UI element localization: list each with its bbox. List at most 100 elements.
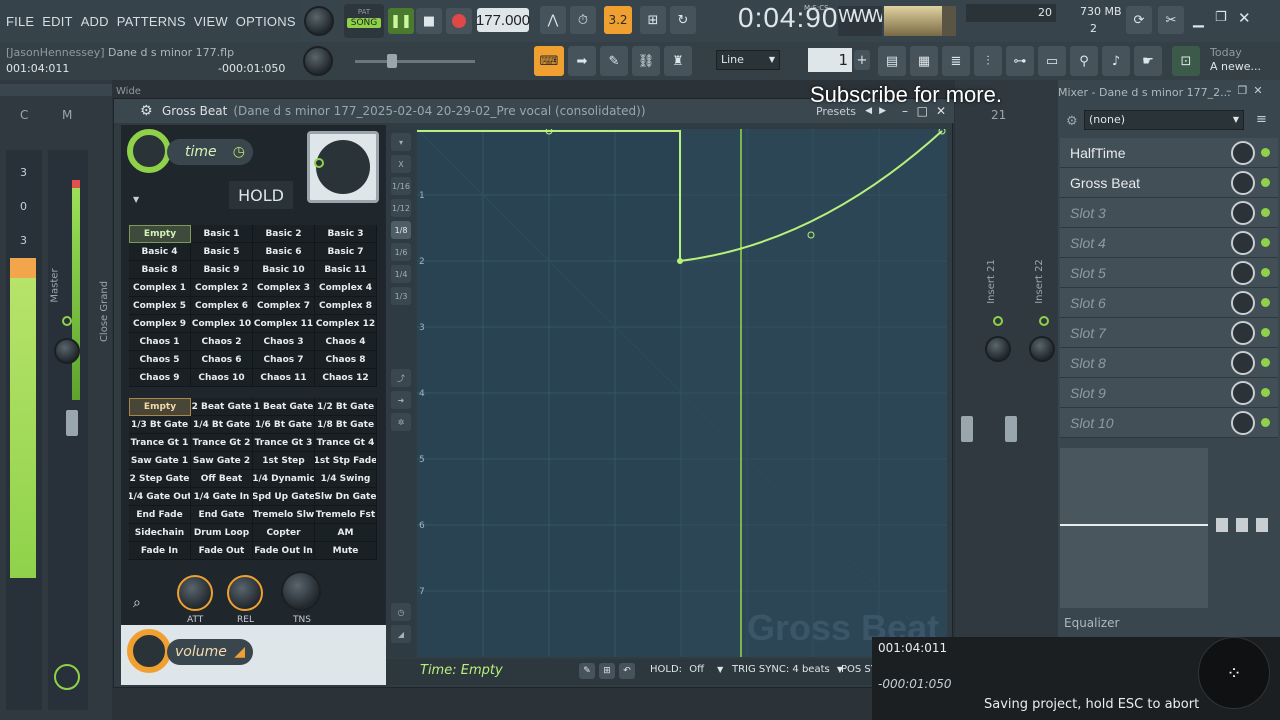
mixer-slot[interactable]: Slot 9: [1060, 378, 1278, 408]
project-icon[interactable]: ▭: [1038, 46, 1066, 76]
hold-field[interactable]: HOLD: Off ▼: [650, 664, 723, 675]
rel-knob[interactable]: [227, 575, 263, 611]
preset-select[interactable]: (none) ▼: [1084, 110, 1244, 130]
piano-roll-icon[interactable]: ▦: [910, 46, 938, 76]
pencil-tool-icon[interactable]: ✎: [579, 663, 595, 679]
time-preset-item[interactable]: Chaos 10: [191, 369, 253, 387]
slot-mix-knob[interactable]: [1231, 260, 1255, 285]
time-preset-item[interactable]: Complex 9: [129, 315, 191, 333]
plus-icon[interactable]: +: [854, 50, 870, 70]
gear-tool-icon[interactable]: ✲: [391, 413, 411, 431]
slot-enable-dot[interactable]: [1261, 328, 1270, 337]
news-text[interactable]: A newe...: [1210, 60, 1261, 73]
volume-preset-item[interactable]: Tremelo Fst: [315, 506, 377, 524]
curve-tool-icon[interactable]: ⤴: [391, 369, 411, 387]
hold-button[interactable]: HOLD: [229, 181, 293, 209]
tns-knob[interactable]: [281, 571, 321, 611]
grid-resolution-button[interactable]: 1/8: [391, 221, 411, 239]
menu-item-options[interactable]: OPTIONS: [236, 14, 296, 29]
lines-tool-icon[interactable]: ◢: [391, 625, 411, 643]
metronome-icon[interactable]: ⋀: [540, 6, 566, 34]
position-slider[interactable]: [355, 54, 475, 68]
time-preset-item[interactable]: Complex 8: [315, 297, 377, 315]
undo-tool-icon[interactable]: ↶: [619, 663, 635, 679]
snap-select[interactable]: Line ▼: [716, 50, 780, 70]
time-preset-item[interactable]: Basic 4: [129, 243, 191, 261]
volume-preset-item[interactable]: 1/4 Bt Gate: [191, 416, 253, 434]
scroll-up-icon[interactable]: ▾: [391, 133, 411, 151]
volume-preset-item[interactable]: Trance Gt 3: [253, 434, 315, 452]
time-preset-item[interactable]: Complex 3: [253, 279, 315, 297]
mixer-slot[interactable]: Gross Beat: [1060, 168, 1278, 198]
slot-mix-knob[interactable]: [1231, 140, 1255, 165]
volume-preset-item[interactable]: 1/8 Bt Gate: [315, 416, 377, 434]
volume-preset-item[interactable]: 1/4 Swing: [315, 470, 377, 488]
volume-preset-item[interactable]: 2 Step Gate: [129, 470, 191, 488]
time-preset-item[interactable]: Chaos 6: [191, 351, 253, 369]
slot-mix-knob[interactable]: [1231, 410, 1255, 435]
menu-item-file[interactable]: FILE: [6, 14, 34, 29]
clock-tool-icon[interactable]: ◷: [391, 603, 411, 621]
volume-preset-item[interactable]: 1/4 Dynamic: [253, 470, 315, 488]
grid-resolution-button[interactable]: 1/16: [391, 177, 411, 195]
eq-fader-3[interactable]: [1256, 518, 1268, 532]
record-button[interactable]: [446, 8, 472, 34]
time-preset-item[interactable]: Basic 2: [253, 225, 315, 243]
eq-fader-2[interactable]: [1236, 518, 1248, 532]
volume-preset-item[interactable]: 1/6 Bt Gate: [253, 416, 315, 434]
time-preset-item[interactable]: Chaos 4: [315, 333, 377, 351]
volume-knob[interactable]: [127, 629, 171, 673]
menu-item-patterns[interactable]: PATTERNS: [117, 14, 186, 29]
time-preset-item[interactable]: Chaos 3: [253, 333, 315, 351]
time-preset-item[interactable]: Chaos 2: [191, 333, 253, 351]
slot-enable-dot[interactable]: [1261, 268, 1270, 277]
loop-record-icon[interactable]: ↻: [670, 6, 696, 34]
slot-mix-knob[interactable]: [1231, 350, 1255, 375]
mixer-slot[interactable]: Slot 3: [1060, 198, 1278, 228]
arrow-right-icon[interactable]: ➡: [568, 46, 596, 76]
volume-preset-item[interactable]: Trance Gt 1: [129, 434, 191, 452]
volume-preset-item[interactable]: Fade In: [129, 542, 191, 560]
slot-enable-dot[interactable]: [1261, 238, 1270, 247]
menu-item-edit[interactable]: EDIT: [42, 14, 72, 29]
minimize-icon[interactable]: ▁: [1193, 12, 1204, 28]
volume-preset-item[interactable]: Copter: [253, 524, 315, 542]
volume-preset-item[interactable]: Off Beat: [191, 470, 253, 488]
step-edit-icon[interactable]: ⊞: [640, 6, 666, 34]
paint-icon[interactable]: ✎: [600, 46, 628, 76]
menu-dropdown-icon[interactable]: ▼: [133, 195, 139, 204]
mixer-icon[interactable]: ⫶: [974, 46, 1002, 76]
eq-fader-1[interactable]: [1216, 518, 1228, 532]
volume-preset-item[interactable]: Sidechain: [129, 524, 191, 542]
volume-preset-item[interactable]: 2 Beat Gate: [191, 398, 253, 416]
menu-item-view[interactable]: VIEW: [194, 14, 228, 29]
slot-mix-knob[interactable]: [1231, 320, 1255, 345]
countdown-button[interactable]: 3.2: [604, 6, 632, 34]
trig-sync-field[interactable]: TRIG SYNC: 4 beats ▼: [732, 664, 843, 675]
time-knob[interactable]: [127, 129, 171, 173]
time-preset-item[interactable]: Basic 9: [191, 261, 253, 279]
volume-preset-item[interactable]: Trance Gt 2: [191, 434, 253, 452]
tempo-display[interactable]: 177.000: [476, 8, 530, 32]
time-preset-item[interactable]: Empty: [129, 225, 191, 243]
volume-preset-item[interactable]: 1/4 Gate Out: [129, 488, 191, 506]
restore-icon[interactable]: ❐: [1215, 10, 1227, 25]
menu-item-add[interactable]: ADD: [81, 14, 109, 29]
mixer-menu-icon[interactable]: ≡: [1256, 112, 1267, 127]
arrow-tool-icon[interactable]: ➜: [391, 391, 411, 409]
typing-keyboard-icon[interactable]: ⌨: [534, 46, 564, 76]
volume-preset-item[interactable]: 1/2 Bt Gate: [315, 398, 377, 416]
time-preset-item[interactable]: Chaos 1: [129, 333, 191, 351]
time-preset-item[interactable]: Basic 8: [129, 261, 191, 279]
scissors-icon[interactable]: ✂: [1158, 6, 1184, 34]
stop-button[interactable]: ■: [416, 8, 442, 34]
volume-preset-item[interactable]: Fade Out: [191, 542, 253, 560]
insert-21-fader[interactable]: [961, 416, 973, 442]
volume-preset-item[interactable]: 1/3 Bt Gate: [129, 416, 191, 434]
slot-mix-knob[interactable]: [1231, 200, 1255, 225]
time-preset-item[interactable]: Basic 6: [253, 243, 315, 261]
steps-tool-icon[interactable]: ⊞: [599, 663, 615, 679]
slot-mix-knob[interactable]: [1231, 380, 1255, 405]
time-preset-item[interactable]: Chaos 12: [315, 369, 377, 387]
slot-enable-dot[interactable]: [1261, 148, 1270, 157]
